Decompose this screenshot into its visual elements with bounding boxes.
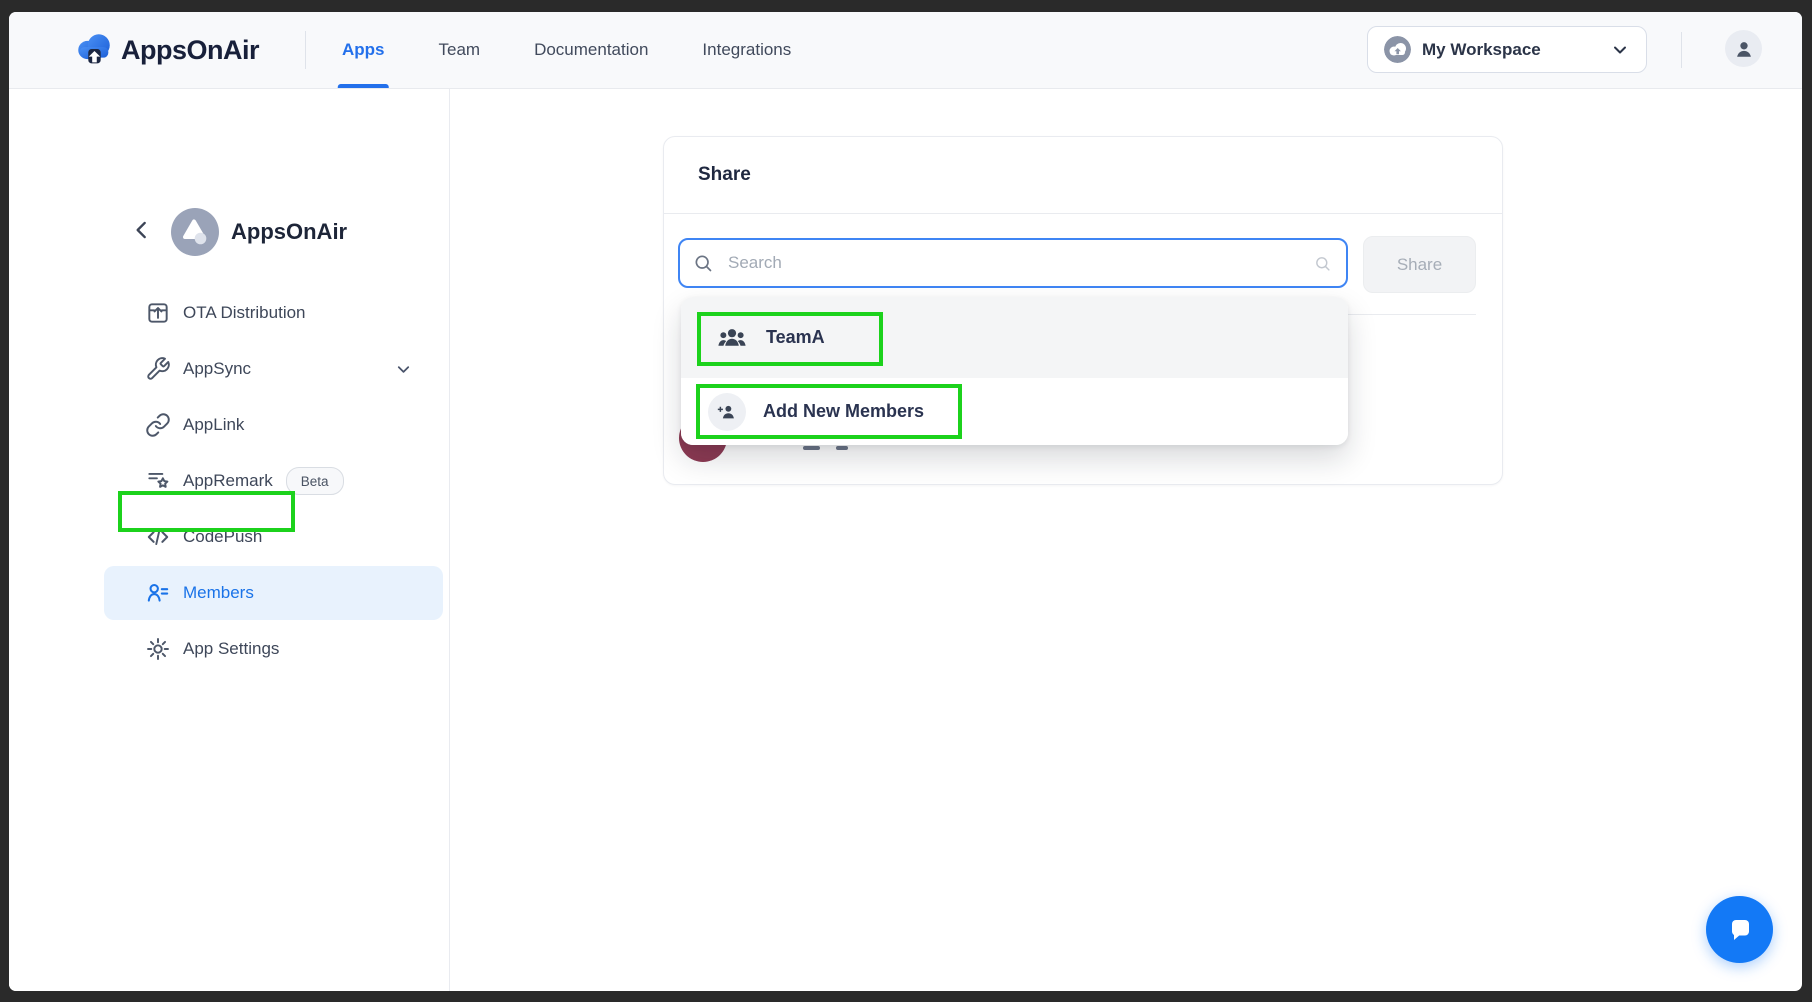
sidebar-item-appremark[interactable]: AppRemark Beta <box>104 453 443 509</box>
app-name: AppsOnAir <box>231 208 347 256</box>
sidebar-item-label: CodePush <box>183 527 262 547</box>
sidebar-item-applink[interactable]: AppLink <box>104 397 443 453</box>
chevron-down-icon[interactable] <box>394 360 413 379</box>
sidebar-item-label: AppSync <box>183 359 251 379</box>
sidebar-item-codepush[interactable]: CodePush <box>104 509 443 565</box>
sidebar-item-members[interactable]: Members <box>104 566 443 620</box>
chat-bubble-icon <box>1722 912 1758 948</box>
members-icon <box>145 580 171 606</box>
chevron-left-icon[interactable] <box>129 217 155 243</box>
sidebar-item-appsync[interactable]: AppSync <box>104 341 443 397</box>
dropdown-option-label: TeamA <box>766 327 825 348</box>
dropdown-option-label: Add New Members <box>763 401 924 422</box>
appremark-star-icon <box>145 468 171 494</box>
dropdown-option-add-new-members[interactable]: Add New Members <box>681 378 1348 445</box>
workspace-cloud-icon <box>1384 36 1411 63</box>
dropdown-option-teama[interactable]: TeamA <box>681 297 1348 378</box>
sidebar-item-label: OTA Distribution <box>183 303 306 323</box>
obscured-member-row-fragment <box>803 446 820 450</box>
chat-widget-button[interactable] <box>1706 896 1773 963</box>
codepush-icon <box>145 524 171 550</box>
sidebar-item-label: AppLink <box>183 415 244 435</box>
share-search <box>678 238 1348 288</box>
search-input[interactable] <box>678 238 1348 288</box>
appsonair-logo-icon[interactable] <box>73 29 115 71</box>
search-suggestions-dropdown: TeamA Add New Members <box>681 297 1348 445</box>
primary-nav: Apps Team Documentation Integrations <box>342 12 791 88</box>
tab-team[interactable]: Team <box>439 12 481 88</box>
app-sidebar: AppsOnAir OTA Distribution <box>9 89 450 991</box>
sidebar-item-label: App Settings <box>183 639 279 659</box>
share-button[interactable]: Share <box>1363 236 1476 293</box>
top-navigation-bar: AppsOnAir Apps Team Documentation Integr… <box>9 12 1802 89</box>
card-divider <box>664 213 1502 214</box>
workspace-label: My Workspace <box>1422 40 1541 60</box>
appsync-wrench-icon <box>145 356 171 382</box>
person-plus-icon <box>708 393 746 431</box>
sidebar-item-label: AppRemark <box>183 471 273 491</box>
header-divider <box>305 31 306 69</box>
app-window: AppsOnAir Apps Team Documentation Integr… <box>9 12 1802 991</box>
brand-title: AppsOnAir <box>121 12 259 88</box>
team-group-icon <box>715 321 749 355</box>
app-avatar <box>171 208 219 256</box>
chevron-down-icon <box>1610 40 1630 60</box>
tab-apps[interactable]: Apps <box>342 12 385 88</box>
user-avatar-icon[interactable] <box>1725 30 1762 67</box>
header-divider <box>1681 32 1682 68</box>
sidebar-item-app-settings[interactable]: App Settings <box>104 621 443 677</box>
tab-documentation[interactable]: Documentation <box>534 12 648 88</box>
sidebar-menu: OTA Distribution AppSync <box>9 285 449 677</box>
obscured-member-row-fragment <box>836 446 848 450</box>
ota-distribution-icon <box>145 300 171 326</box>
beta-badge: Beta <box>286 467 344 495</box>
workspace-selector[interactable]: My Workspace <box>1367 26 1647 73</box>
gear-icon <box>145 636 171 662</box>
share-card: Share Share <box>663 136 1503 485</box>
sidebar-item-ota-distribution[interactable]: OTA Distribution <box>104 285 443 341</box>
share-card-title: Share <box>698 137 751 213</box>
applink-chain-icon <box>145 412 171 438</box>
tab-integrations[interactable]: Integrations <box>702 12 791 88</box>
sidebar-item-label: Members <box>183 583 254 603</box>
